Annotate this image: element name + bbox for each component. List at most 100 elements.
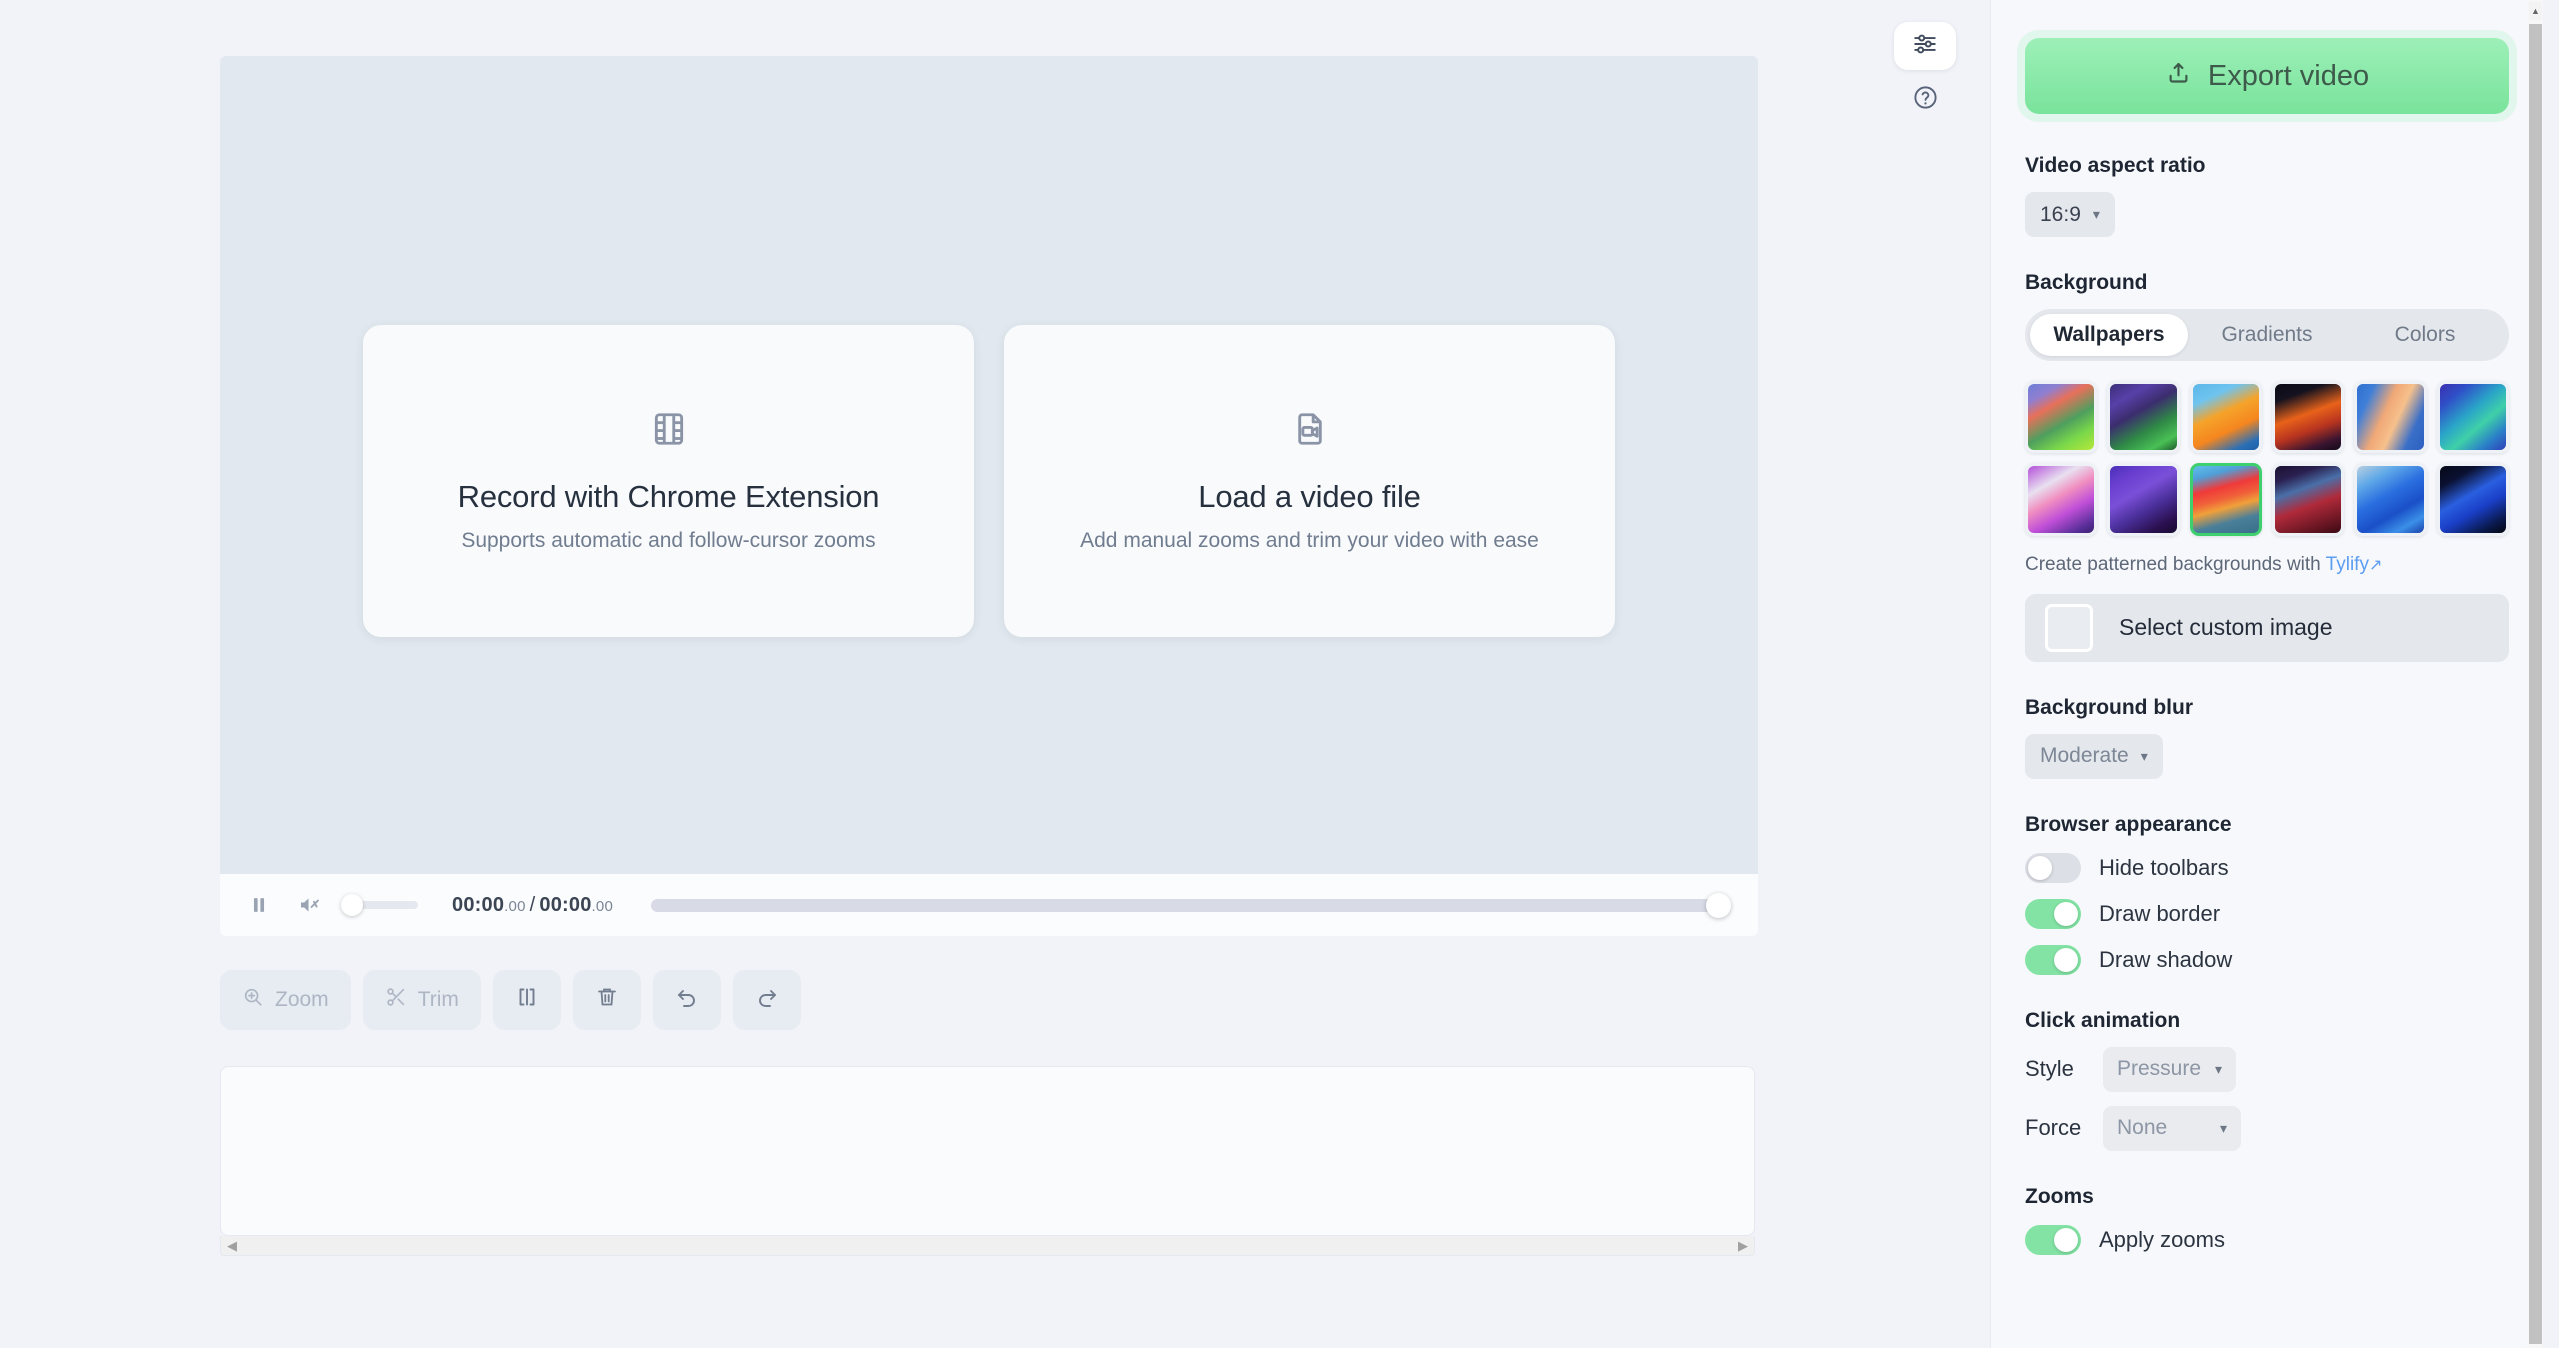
draw-border-label: Draw border bbox=[2099, 900, 2221, 926]
export-video-label: Export video bbox=[2207, 59, 2370, 92]
draw-shadow-label: Draw shadow bbox=[2099, 946, 2233, 972]
tab-gradients[interactable]: Gradients bbox=[2188, 314, 2346, 356]
draw-border-switch[interactable] bbox=[2025, 898, 2081, 929]
tylify-hint-text: Create patterned backgrounds with bbox=[2025, 553, 2321, 575]
browser-appearance-label: Browser appearance bbox=[2025, 812, 2232, 836]
aspect-ratio-label: Video aspect ratio bbox=[2025, 154, 2206, 177]
split-button[interactable] bbox=[492, 970, 561, 1030]
wallpaper-thumb-12[interactable] bbox=[2436, 463, 2510, 536]
wallpaper-thumb-9[interactable] bbox=[2189, 463, 2263, 536]
background-blur-select[interactable]: Moderate ▾ bbox=[2025, 733, 2163, 779]
wallpaper-thumb-2[interactable] bbox=[2107, 381, 2180, 454]
settings-panel-button[interactable] bbox=[1894, 22, 1956, 70]
zoom-button[interactable]: Zoom bbox=[220, 970, 351, 1030]
scroll-up-arrow-icon[interactable]: ▲ bbox=[2529, 2, 2542, 20]
click-animation-label: Click animation bbox=[2025, 1008, 2181, 1032]
video-player-controls: 00:00.00/00:00.00 bbox=[220, 874, 1758, 936]
scroll-right-arrow-icon[interactable]: ▶ bbox=[1738, 1239, 1748, 1252]
sliders-icon bbox=[1912, 31, 1938, 62]
switch-knob bbox=[2054, 1227, 2078, 1252]
volume-handle[interactable] bbox=[341, 894, 363, 916]
chevron-down-icon: ▾ bbox=[2092, 206, 2100, 222]
panel-scrollbar-track[interactable]: ▲ bbox=[2527, 0, 2543, 1348]
zooms-label: Zooms bbox=[2025, 1184, 2094, 1208]
help-circle-icon bbox=[1912, 84, 1939, 116]
card-title: Record with Chrome Extension bbox=[457, 478, 880, 514]
wallpaper-thumb-6[interactable] bbox=[2436, 381, 2510, 454]
wallpaper-thumb-8[interactable] bbox=[2107, 463, 2180, 536]
delete-button[interactable] bbox=[572, 970, 641, 1030]
aspect-ratio-value: 16:9 bbox=[2040, 202, 2081, 226]
card-title: Load a video file bbox=[1198, 478, 1421, 514]
edit-toolbar: Zoom Trim bbox=[220, 970, 1928, 1030]
floating-action-buttons bbox=[1894, 22, 1956, 124]
toggle-hide-toolbars[interactable]: Hide toolbars bbox=[2025, 852, 2509, 883]
undo-button[interactable] bbox=[652, 970, 721, 1030]
wallpaper-thumb-7[interactable] bbox=[2025, 463, 2098, 536]
draw-shadow-switch[interactable] bbox=[2025, 944, 2081, 975]
tab-colors[interactable]: Colors bbox=[2346, 314, 2504, 356]
trim-button[interactable]: Trim bbox=[362, 970, 481, 1030]
scissors-icon bbox=[385, 986, 407, 1014]
background-blur-value: Moderate bbox=[2040, 744, 2129, 768]
switch-knob bbox=[2054, 901, 2078, 926]
load-video-card[interactable]: Load a video file Add manual zooms and t… bbox=[1004, 325, 1615, 637]
volume-slider[interactable] bbox=[341, 894, 418, 916]
click-style-key: Style bbox=[2025, 1056, 2074, 1082]
editor-area: Record with Chrome Extension Supports au… bbox=[0, 0, 1990, 1348]
pause-icon[interactable] bbox=[242, 888, 276, 922]
tylify-link[interactable]: Tylify bbox=[2326, 554, 2369, 575]
click-style-value: Pressure bbox=[2117, 1057, 2202, 1081]
redo-button[interactable] bbox=[732, 970, 801, 1030]
zoom-button-label: Zoom bbox=[275, 988, 329, 1011]
stage-wrapper: Record with Chrome Extension Supports au… bbox=[62, 0, 1928, 936]
trim-button-label: Trim bbox=[417, 988, 459, 1011]
toggle-draw-shadow[interactable]: Draw shadow bbox=[2025, 944, 2509, 975]
click-style-select[interactable]: Pressure ▾ bbox=[2103, 1046, 2237, 1092]
apply-zooms-switch[interactable] bbox=[2025, 1224, 2081, 1255]
toggle-draw-border[interactable]: Draw border bbox=[2025, 898, 2509, 929]
click-style-row: Style Pressure ▾ bbox=[2025, 1046, 2509, 1092]
scroll-left-arrow-icon[interactable]: ◀ bbox=[227, 1239, 237, 1252]
timecode-display: 00:00.00/00:00.00 bbox=[452, 894, 613, 917]
wallpaper-thumb-3[interactable] bbox=[2189, 381, 2263, 454]
seek-handle[interactable] bbox=[1706, 892, 1731, 918]
export-video-button[interactable]: Export video bbox=[2025, 38, 2509, 114]
apply-zooms-label: Apply zooms bbox=[2099, 1226, 2225, 1252]
panel-scrollbar-thumb[interactable] bbox=[2529, 24, 2542, 1344]
speaker-muted-icon[interactable] bbox=[292, 888, 326, 922]
select-custom-image-button[interactable]: Select custom image bbox=[2025, 593, 2509, 662]
wallpaper-thumb-5[interactable] bbox=[2354, 381, 2427, 454]
chevron-down-icon: ▾ bbox=[2215, 1060, 2223, 1077]
switch-knob bbox=[2028, 855, 2052, 880]
chevron-down-icon: ▾ bbox=[2219, 1119, 2227, 1136]
help-button[interactable] bbox=[1894, 76, 1956, 124]
video-file-icon bbox=[1291, 410, 1329, 453]
record-extension-card[interactable]: Record with Chrome Extension Supports au… bbox=[363, 325, 974, 637]
background-blur-label: Background blur bbox=[2025, 695, 2194, 719]
timeline-scrollbar[interactable]: ◀ ▶ bbox=[220, 1236, 1755, 1256]
redo-icon bbox=[755, 985, 779, 1015]
wallpaper-thumb-11[interactable] bbox=[2354, 463, 2427, 536]
hide-toolbars-switch[interactable] bbox=[2025, 852, 2081, 883]
wallpaper-thumb-10[interactable] bbox=[2272, 463, 2345, 536]
wallpaper-thumb-4[interactable] bbox=[2272, 381, 2345, 454]
seek-bar[interactable] bbox=[650, 892, 1731, 918]
toggle-apply-zooms[interactable]: Apply zooms bbox=[2025, 1224, 2509, 1255]
wallpaper-thumb-1[interactable] bbox=[2025, 381, 2098, 454]
current-time-ms: .00 bbox=[504, 897, 526, 915]
timeline-track-area[interactable] bbox=[220, 1066, 1755, 1236]
custom-image-swatch bbox=[2045, 603, 2093, 652]
click-force-select[interactable]: None ▾ bbox=[2103, 1105, 2241, 1151]
video-stage: Record with Chrome Extension Supports au… bbox=[220, 56, 1758, 936]
total-time-ms: .00 bbox=[591, 897, 613, 915]
card-subtitle: Add manual zooms and trim your video wit… bbox=[1080, 528, 1539, 552]
tab-wallpapers[interactable]: Wallpapers bbox=[2030, 314, 2188, 356]
time-separator: / bbox=[529, 893, 536, 916]
aspect-ratio-select[interactable]: 16:9 ▾ bbox=[2025, 192, 2115, 237]
background-label: Background bbox=[2025, 271, 2148, 294]
